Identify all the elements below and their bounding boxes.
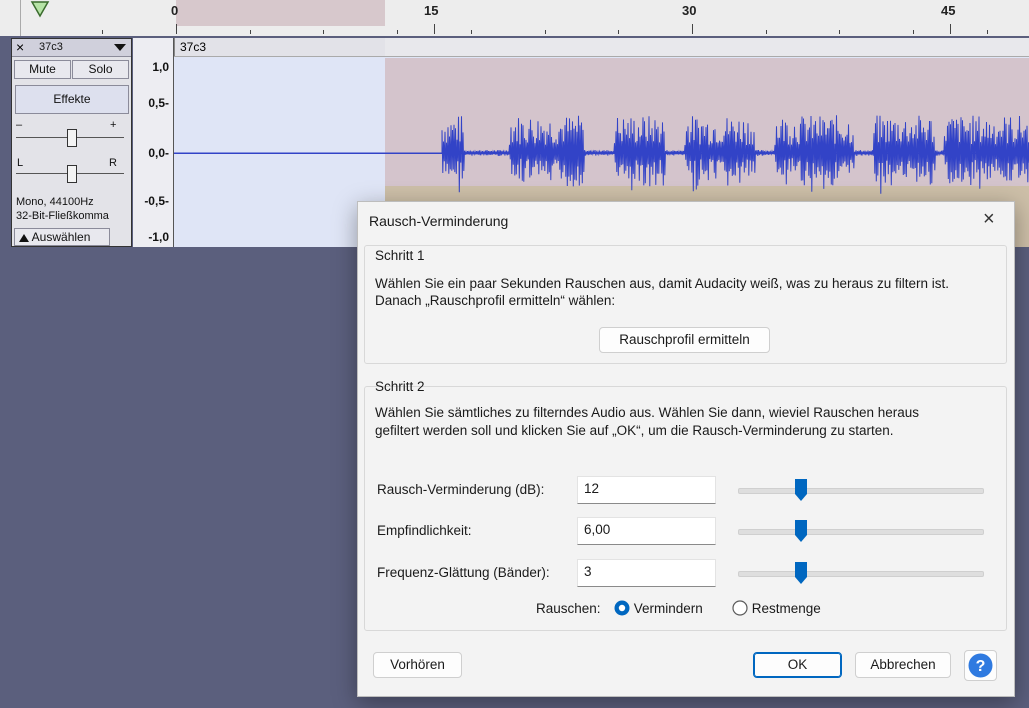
- noise-reduction-slider-thumb[interactable]: [795, 479, 808, 501]
- step2-text-line1: Wählen Sie sämtliches zu filterndes Audi…: [375, 405, 920, 420]
- frequency-smoothing-input[interactable]: 3: [577, 559, 716, 587]
- ruler-selection: [176, 0, 385, 26]
- noise-mode-label: Rauschen:: [536, 601, 601, 616]
- ruler-tick: [397, 30, 398, 34]
- radio-checked-icon: [614, 600, 630, 616]
- ruler-tick: [987, 30, 988, 34]
- cancel-button[interactable]: Abbrechen: [855, 652, 951, 678]
- chevron-down-icon[interactable]: [114, 44, 126, 52]
- ruler-tick: [913, 30, 914, 34]
- waveform-path: [174, 115, 1029, 194]
- radio-reduce[interactable]: Vermindern: [614, 600, 703, 616]
- sensitivity-slider-track[interactable]: [738, 529, 984, 535]
- pan-right-label: R: [109, 157, 117, 169]
- effects-button[interactable]: Effekte: [15, 85, 129, 114]
- track-name: 37c3: [39, 41, 63, 53]
- ruler-major-tick: [950, 24, 951, 34]
- noise-reduction-dialog: Rausch-Verminderung × Schritt 1 Wählen S…: [357, 201, 1015, 697]
- ruler-tick: [323, 30, 324, 34]
- collapse-triangle-icon: [19, 233, 29, 242]
- vruler-label: 0,5-: [148, 96, 169, 110]
- help-icon-glyph: ?: [976, 658, 986, 675]
- clip-header[interactable]: 37c3: [174, 38, 1029, 57]
- close-track-icon[interactable]: ×: [16, 39, 24, 55]
- ruler-tick: [545, 30, 546, 34]
- vruler-label: 0,0-: [148, 146, 169, 160]
- ruler-divider: [20, 0, 21, 36]
- select-track-label: Auswählen: [31, 230, 91, 244]
- gain-plus-label: +: [110, 119, 117, 131]
- ruler-major-tick: [692, 24, 693, 34]
- ok-button[interactable]: OK: [753, 652, 842, 678]
- close-icon[interactable]: ×: [983, 208, 995, 231]
- preview-button[interactable]: Vorhören: [373, 652, 462, 678]
- ruler-label-45: 45: [941, 3, 956, 18]
- pan-slider-thumb[interactable]: [67, 165, 77, 183]
- step2-text-line2: gefiltert werden soll und klicken Sie au…: [375, 423, 894, 438]
- gain-minus-label: –: [16, 119, 23, 131]
- play-head-icon[interactable]: [30, 0, 50, 18]
- radio-residue[interactable]: Restmenge: [732, 600, 821, 616]
- gain-slider-thumb[interactable]: [67, 129, 77, 147]
- ruler-label-30: 30: [682, 3, 697, 18]
- get-noise-profile-button[interactable]: Rauschprofil ermitteln: [599, 327, 770, 353]
- track-name-bar[interactable]: × 37c3: [12, 39, 131, 57]
- radio-residue-label: Restmenge: [751, 601, 821, 616]
- ruler-tick: [839, 30, 840, 34]
- mute-button[interactable]: Mute: [14, 60, 71, 79]
- step1-text-line2: Danach „Rauschprofil ermitteln“ wählen:: [375, 293, 616, 308]
- track-format-rate: Mono, 44100Hz: [16, 196, 94, 208]
- help-button[interactable]: ?: [964, 650, 997, 681]
- select-track-button[interactable]: Auswählen: [14, 228, 110, 246]
- vruler-label: -0,5-: [144, 194, 169, 208]
- sensitivity-label: Empfindlichkeit:: [377, 523, 472, 538]
- track-control-panel: × 37c3 Mute Solo Effekte – + L R Mono, 4…: [11, 38, 132, 247]
- frequency-smoothing-label: Frequenz-Glättung (Bänder):: [377, 565, 550, 580]
- step1-heading: Schritt 1: [375, 248, 425, 263]
- waveform-line: [174, 115, 1029, 194]
- ruler-tick: [102, 30, 103, 34]
- noise-reduction-label: Rausch-Verminderung (dB):: [377, 482, 545, 497]
- sensitivity-input[interactable]: 6,00: [577, 517, 716, 545]
- vruler-label: -1,0: [148, 230, 169, 244]
- pan-left-label: L: [17, 157, 24, 169]
- ruler-major-tick: [176, 24, 177, 34]
- ruler-tick: [766, 30, 767, 34]
- help-icon: ?: [968, 653, 993, 678]
- timeline-ruler[interactable]: 0 15 30 45: [0, 0, 1029, 37]
- ruler-major-tick: [434, 24, 435, 34]
- frequency-smoothing-slider-thumb[interactable]: [795, 562, 808, 584]
- vruler-label: 1,0: [152, 60, 169, 74]
- dialog-title: Rausch-Verminderung: [369, 213, 509, 229]
- sensitivity-slider-thumb[interactable]: [795, 520, 808, 542]
- step1-text-line1: Wählen Sie ein paar Sekunden Rauschen au…: [375, 276, 950, 291]
- ruler-label-15: 15: [424, 3, 439, 18]
- step2-heading: Schritt 2: [375, 379, 425, 394]
- ruler-tick: [250, 30, 251, 34]
- noise-reduction-slider-track[interactable]: [738, 488, 984, 494]
- noise-reduction-input[interactable]: 12: [577, 476, 716, 504]
- amplitude-ruler: 1,0 0,5- 0,0- -0,5- -1,0: [133, 38, 174, 247]
- ruler-tick: [471, 30, 472, 34]
- track-format-bits: 32-Bit-Fließkomma: [16, 210, 109, 222]
- radio-unchecked-icon: [732, 600, 748, 616]
- ruler-label-0: 0: [171, 3, 179, 18]
- solo-button[interactable]: Solo: [72, 60, 129, 79]
- frequency-smoothing-slider-track[interactable]: [738, 571, 984, 577]
- clip-name: 37c3: [180, 40, 207, 54]
- ruler-tick: [618, 30, 619, 34]
- radio-reduce-label: Vermindern: [633, 601, 703, 616]
